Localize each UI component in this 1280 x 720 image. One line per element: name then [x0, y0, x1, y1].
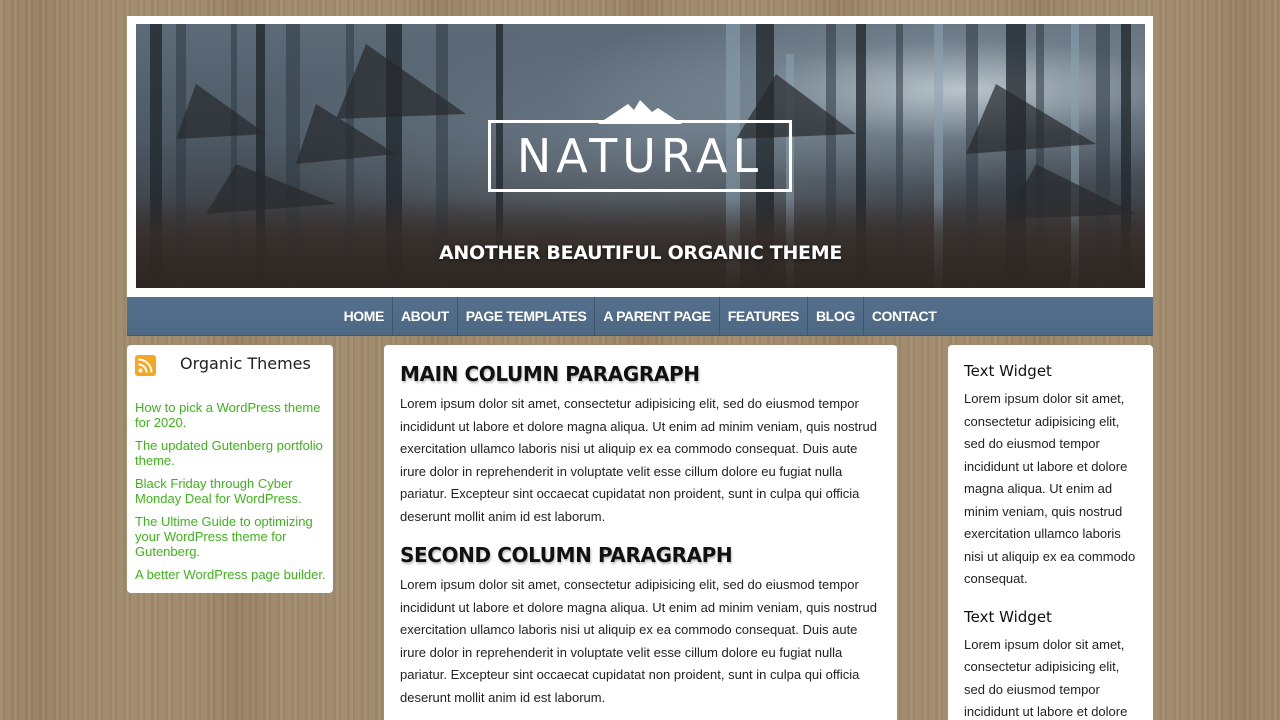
- main-navigation: HOME ABOUT PAGE TEMPLATES A PARENT PAGE …: [127, 297, 1153, 336]
- site-header: NATURAL ANOTHER BEAUTIFUL ORGANIC THEME: [127, 16, 1153, 297]
- nav-item-blog[interactable]: BLOG: [806, 297, 863, 335]
- rss-icon[interactable]: [135, 355, 156, 376]
- rss-link[interactable]: The Ultime Guide to optimizing your Word…: [135, 514, 327, 559]
- nav-item-about[interactable]: ABOUT: [391, 297, 457, 335]
- main-content: MAIN COLUMN PARAGRAPH Lorem ipsum dolor …: [384, 345, 897, 720]
- rss-link[interactable]: Black Friday through Cyber Monday Deal f…: [135, 476, 327, 506]
- nav-item-contact[interactable]: CONTACT: [862, 297, 945, 335]
- rss-link[interactable]: A better WordPress page builder.: [135, 567, 327, 582]
- text-widget-body: Lorem ipsum dolor sit amet, consectetur …: [964, 636, 1128, 720]
- logo-text: NATURAL: [516, 129, 764, 183]
- rss-widget-title[interactable]: Organic Themes: [180, 353, 320, 374]
- section-paragraph: Lorem ipsum dolor sit amet, consectetur …: [400, 577, 877, 705]
- section-heading: SECOND COLUMN PARAGRAPH: [400, 543, 733, 567]
- site-logo[interactable]: NATURAL: [488, 120, 792, 192]
- site-tagline: ANOTHER BEAUTIFUL ORGANIC THEME: [438, 242, 843, 264]
- text-widget-body: Lorem ipsum dolor sit amet, consectetur …: [964, 391, 1136, 586]
- right-sidebar: Text Widget Lorem ipsum dolor sit amet, …: [948, 345, 1153, 720]
- rss-link[interactable]: How to pick a WordPress theme for 2020.: [135, 400, 327, 430]
- text-widget-title: Text Widget: [964, 362, 1052, 380]
- section-paragraph: Lorem ipsum dolor sit amet, consectetur …: [400, 396, 877, 524]
- nav-item-features[interactable]: FEATURES: [718, 297, 807, 335]
- header-forest-image: NATURAL ANOTHER BEAUTIFUL ORGANIC THEME: [136, 24, 1145, 288]
- nav-item-page-templates[interactable]: PAGE TEMPLATES: [456, 297, 595, 335]
- rss-link[interactable]: The updated Gutenberg portfolio theme.: [135, 438, 327, 468]
- text-widget-title: Text Widget: [964, 607, 1052, 626]
- nav-item-home[interactable]: HOME: [336, 297, 392, 335]
- section-heading: MAIN COLUMN PARAGRAPH: [400, 362, 700, 386]
- rss-link-list: How to pick a WordPress theme for 2020. …: [135, 400, 327, 590]
- nav-item-a-parent-page[interactable]: A PARENT PAGE: [594, 297, 718, 335]
- rss-widget: Organic Themes How to pick a WordPress t…: [127, 345, 333, 593]
